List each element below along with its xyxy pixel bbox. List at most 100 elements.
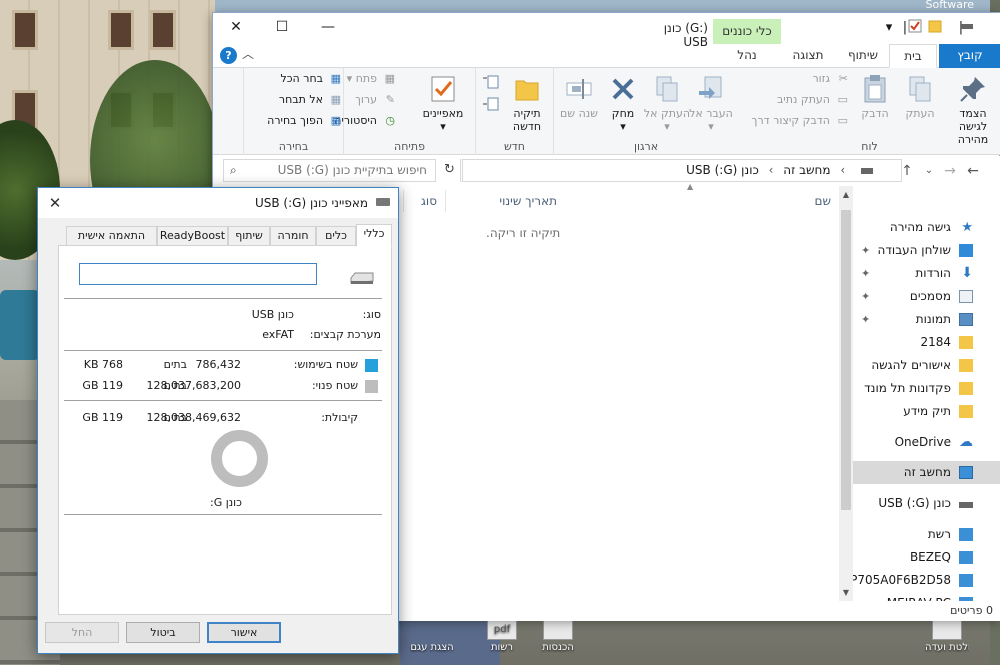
search-input[interactable]: חיפוש בתיקיית כונן (G:) USB ⌕ bbox=[223, 159, 436, 182]
desktop-icon[interactable]: החלטת ועדה bbox=[925, 618, 969, 653]
group-label: פתיחה bbox=[394, 140, 425, 153]
free-space-swatch bbox=[365, 380, 378, 393]
nav-scrollbar[interactable]: ▲ ▼ bbox=[839, 186, 853, 601]
open-button[interactable]: ▦פתח ▾ bbox=[347, 72, 395, 92]
dialog-close-button[interactable]: ✕ bbox=[38, 188, 72, 218]
paste-button[interactable]: הדבק bbox=[850, 73, 900, 120]
nav-quick-access[interactable]: ★ גישה מהירה bbox=[853, 216, 1000, 239]
desktop-icon[interactable]: הצגת עגם bbox=[410, 618, 454, 653]
minimize-button[interactable]: — bbox=[305, 13, 351, 42]
breadcrumb-this-pc[interactable]: מחשב זה bbox=[783, 163, 830, 177]
pin-icon[interactable]: ✦ bbox=[861, 262, 870, 285]
tab-sharing[interactable]: שיתוף bbox=[228, 226, 270, 246]
refresh-icon[interactable]: ↻ bbox=[439, 159, 461, 182]
nav-computer-bezeq[interactable]: BEZEQ bbox=[853, 546, 1000, 569]
drive-name-input[interactable] bbox=[79, 263, 317, 285]
tab-home[interactable]: בית bbox=[889, 44, 937, 68]
nav-pictures[interactable]: תמונות ✦ bbox=[853, 308, 1000, 331]
recent-chevron-icon[interactable]: ⌄ bbox=[919, 162, 939, 180]
ok-button[interactable]: אישור bbox=[207, 622, 281, 643]
rename-button[interactable]: שנה שם bbox=[557, 73, 601, 120]
nav-onedrive[interactable]: ☁ OneDrive bbox=[853, 431, 1000, 454]
history-button[interactable]: ◷היסטוריה bbox=[334, 114, 395, 134]
documents-icon bbox=[959, 290, 973, 303]
apply-button[interactable]: החל bbox=[45, 622, 119, 643]
cut-button[interactable]: ✂גזור bbox=[812, 72, 848, 92]
new-folder-quick-icon[interactable] bbox=[925, 18, 945, 38]
capacity-label: קיבולת: bbox=[321, 411, 358, 424]
ribbon-tabs: ? ︿ קובץ בית שיתוף תצוגה נהל bbox=[213, 44, 1000, 68]
scroll-up-icon[interactable]: ▲ bbox=[839, 190, 853, 199]
pin-icon[interactable]: ✦ bbox=[861, 239, 870, 262]
pin-quick-access-button[interactable]: הצמד לגישה מהירה bbox=[945, 73, 1000, 146]
invert-selection-button[interactable]: ▦הפוך בחירה bbox=[267, 114, 341, 134]
nav-this-pc[interactable]: מחשב זה bbox=[853, 461, 1000, 484]
column-date[interactable]: תאריך שינוי bbox=[445, 190, 565, 212]
properties-check-icon[interactable] bbox=[905, 18, 925, 38]
copy-path-button[interactable]: ▭העתק נתיב bbox=[777, 93, 848, 113]
nav-usb-drive[interactable]: כונן (G:) USB bbox=[853, 492, 1000, 515]
back-arrow-icon[interactable]: ← bbox=[963, 162, 983, 180]
tab-view[interactable]: תצוגה bbox=[781, 44, 835, 68]
chevron-up-icon[interactable]: ︿ bbox=[242, 45, 254, 62]
breadcrumb-usb[interactable]: כונן (G:) USB bbox=[686, 163, 759, 177]
dialog-title: מאפייני כונן (G:) USB bbox=[254, 196, 368, 210]
nav-desktop[interactable]: שולחן העבודה ✦ bbox=[853, 239, 1000, 262]
nav-folder-info[interactable]: תיק מידע bbox=[853, 400, 1000, 423]
close-button[interactable]: ✕ bbox=[213, 13, 259, 42]
desktop-icon[interactable]: הכנסות bbox=[536, 618, 580, 653]
scroll-down-icon[interactable]: ▼ bbox=[839, 588, 853, 597]
nav-downloads[interactable]: ⬇ הורדות ✦ bbox=[853, 262, 1000, 285]
help-icon[interactable]: ? bbox=[220, 47, 237, 64]
ribbon: הצמד לגישה מהירה העתק הדבק ✂גזור ▭העתק נ… bbox=[213, 68, 1000, 155]
tab-file[interactable]: קובץ bbox=[939, 44, 1000, 68]
address-path[interactable]: › מחשב זה › כונן (G:) USB bbox=[462, 159, 902, 182]
nav-network[interactable]: רשת bbox=[853, 523, 1000, 546]
select-none-button[interactable]: ▦אל תבחר bbox=[279, 93, 341, 113]
tab-hardware[interactable]: חומרה bbox=[270, 226, 316, 246]
nav-computer-meirav[interactable]: MEIRAV-PC bbox=[853, 592, 1000, 610]
divider bbox=[64, 350, 382, 351]
properties-button[interactable]: מאפיינים ▾ bbox=[418, 73, 468, 133]
copy-to-button[interactable]: העתק אל ▾ bbox=[642, 73, 692, 133]
tab-manage[interactable]: נהל bbox=[713, 44, 781, 68]
tab-customize[interactable]: התאמה אישית bbox=[66, 226, 157, 246]
tab-tools[interactable]: כלים bbox=[316, 226, 356, 246]
download-icon: ⬇ bbox=[961, 265, 973, 281]
maximize-button[interactable]: ☐ bbox=[259, 13, 305, 42]
move-to-button[interactable]: העבר אל ▾ bbox=[686, 73, 736, 133]
scrollbar-thumb[interactable] bbox=[841, 210, 851, 510]
rename-icon bbox=[563, 73, 595, 105]
desktop-icon bbox=[959, 244, 973, 257]
desktop-icon[interactable]: pdf רשות bbox=[480, 618, 524, 653]
open-icon: ▦ bbox=[384, 72, 395, 85]
new-item-icon[interactable] bbox=[482, 74, 500, 93]
edit-button[interactable]: ✎ערוך bbox=[355, 93, 395, 113]
forward-arrow-icon[interactable]: → bbox=[940, 162, 960, 180]
nav-computer-ip[interactable]: IP705A0F6B2D58 bbox=[853, 569, 1000, 592]
easy-access-icon[interactable] bbox=[482, 96, 500, 115]
tab-readyboost[interactable]: ReadyBoost bbox=[157, 226, 228, 246]
invert-selection-icon: ▦ bbox=[330, 114, 341, 127]
search-icon: ⌕ bbox=[230, 163, 237, 177]
pin-icon[interactable]: ✦ bbox=[861, 285, 870, 308]
nav-folder-2184[interactable]: 2184 bbox=[853, 331, 1000, 354]
column-type[interactable]: סוג bbox=[403, 190, 445, 212]
nav-documents[interactable]: מסמכים ✦ bbox=[853, 285, 1000, 308]
pin-icon bbox=[957, 73, 989, 105]
delete-button[interactable]: מחק ▾ bbox=[601, 73, 645, 133]
column-name[interactable]: שם bbox=[565, 190, 839, 212]
pin-icon[interactable]: ✦ bbox=[861, 308, 870, 331]
group-label: חדש bbox=[504, 140, 525, 153]
paste-shortcut-button[interactable]: ▭הדבק קיצור דרך bbox=[752, 114, 848, 134]
copy-button[interactable]: העתק bbox=[895, 73, 945, 120]
select-all-button[interactable]: ▦בחר הכל bbox=[280, 72, 341, 92]
group-label: לוח bbox=[861, 140, 878, 153]
tab-general[interactable]: כללי bbox=[356, 224, 392, 247]
nav-folder-approvals[interactable]: אישורים להגשה bbox=[853, 354, 1000, 377]
new-folder-button[interactable]: תיקיה חדשה bbox=[502, 73, 552, 133]
history-icon: ◷ bbox=[385, 114, 395, 127]
nav-folder-deposits[interactable]: פקדונות תל מונד bbox=[853, 377, 1000, 400]
cancel-button[interactable]: ביטול bbox=[126, 622, 200, 643]
tab-share[interactable]: שיתוף bbox=[839, 44, 887, 68]
